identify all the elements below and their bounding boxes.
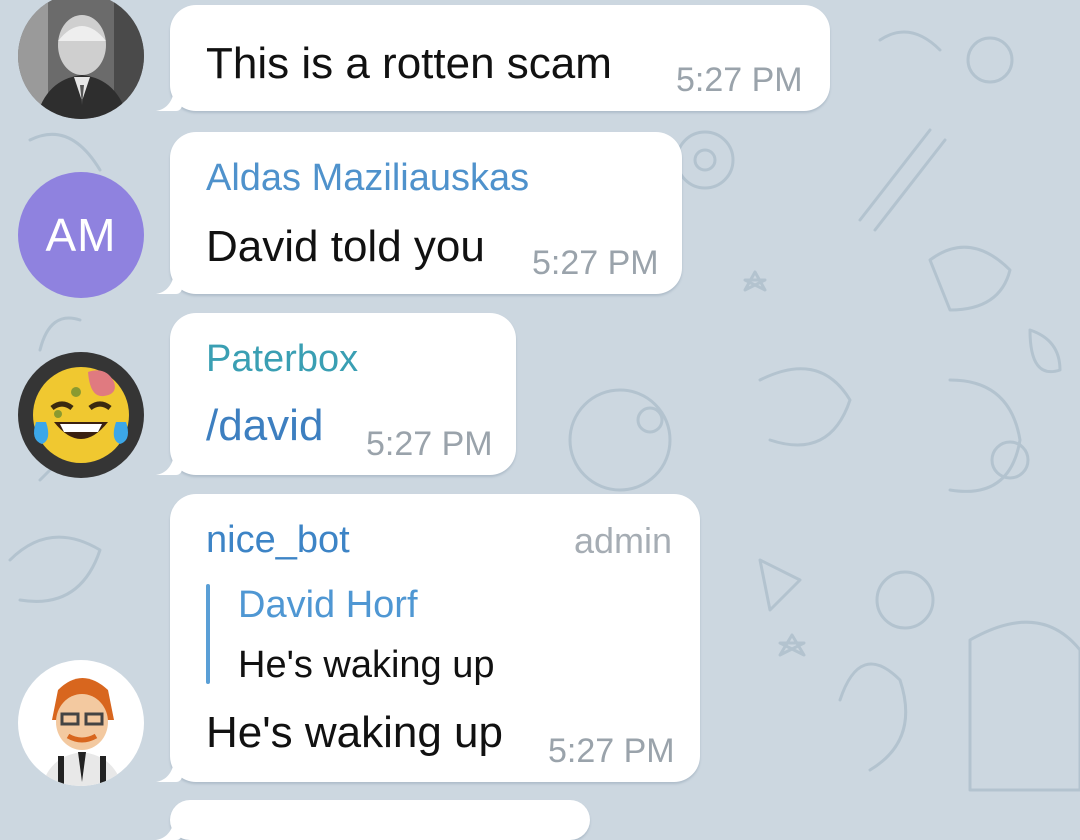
message-bubble-partial[interactable] xyxy=(170,800,590,840)
avatar-initials[interactable]: AM xyxy=(18,172,144,298)
reply-sender-name[interactable]: David Horf xyxy=(238,584,418,627)
message-bubble[interactable]: This is a rotten scam 5:27 PM xyxy=(170,5,830,111)
message-bubble[interactable]: Aldas Maziliauskas David told you 5:27 P… xyxy=(170,132,682,294)
reply-accent-bar xyxy=(206,584,210,684)
reply-preview-text[interactable]: He's waking up xyxy=(238,644,495,687)
message-timestamp: 5:27 PM xyxy=(532,244,659,282)
cartoon-character-icon[interactable] xyxy=(18,660,144,786)
admin-badge: admin xyxy=(573,520,672,561)
message-timestamp: 5:27 PM xyxy=(366,425,493,463)
message-timestamp: 5:27 PM xyxy=(548,732,675,770)
message-text: He's waking up xyxy=(206,708,503,757)
sender-name[interactable]: nice_bot xyxy=(206,519,350,562)
zombie-laughing-emoji-icon[interactable] xyxy=(18,352,144,478)
message-text: David told you xyxy=(206,222,485,271)
sender-name[interactable]: Aldas Maziliauskas xyxy=(206,157,529,200)
message-bubble[interactable]: nice_bot admin David Horf He's waking up… xyxy=(170,494,700,782)
bot-command-link[interactable]: /david xyxy=(206,401,323,451)
sender-name[interactable]: Paterbox xyxy=(206,338,358,381)
message-text: This is a rotten scam xyxy=(206,39,612,88)
message-bubble[interactable]: Paterbox /david 5:27 PM xyxy=(170,313,516,475)
message-timestamp: 5:27 PM xyxy=(676,61,803,99)
